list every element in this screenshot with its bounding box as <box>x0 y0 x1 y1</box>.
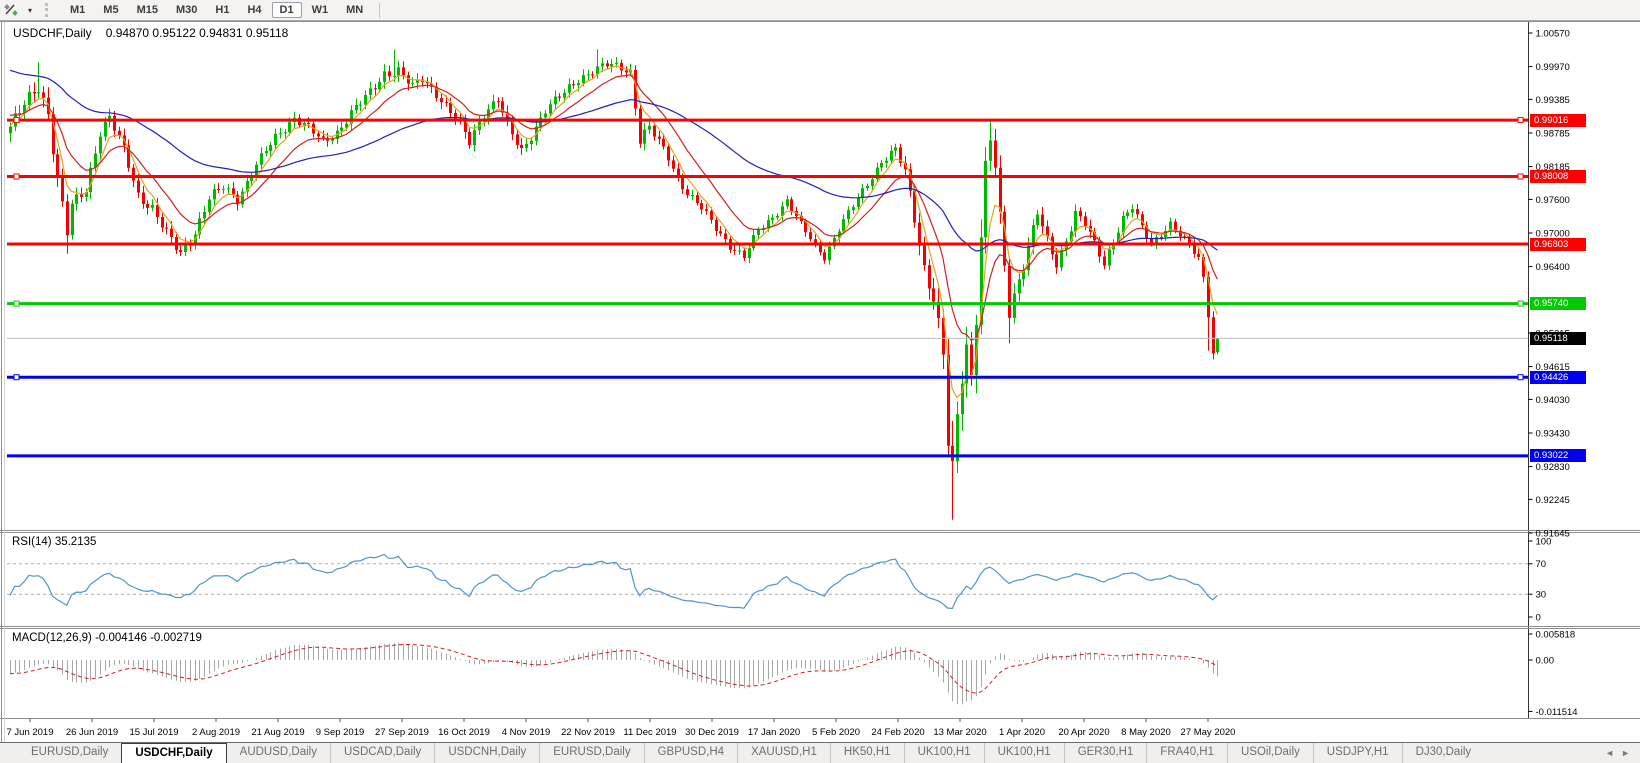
svg-text:0.99385: 0.99385 <box>1536 95 1570 106</box>
chart-tab-uk100-h1[interactable]: UK100,H1 <box>984 743 1064 763</box>
chart-tab-bar: EURUSD,DailyUSDCHF,DailyAUDUSD,DailyUSDC… <box>0 742 1640 763</box>
chart-tab-xauusd-h1[interactable]: XAUUSD,H1 <box>737 743 830 763</box>
svg-text:27 Sep 2019: 27 Sep 2019 <box>375 727 429 738</box>
chart-tab-usdjpy-h1[interactable]: USDJPY,H1 <box>1313 743 1402 763</box>
chart-tab-usdcad-daily[interactable]: USDCAD,Daily <box>330 743 434 763</box>
svg-text:24 Feb 2020: 24 Feb 2020 <box>871 727 924 738</box>
chart-tab-hk50-h1[interactable]: HK50,H1 <box>830 743 904 763</box>
price-level-tag-0.99016[interactable]: 0.99016 <box>1530 114 1586 127</box>
svg-text:0.99970: 0.99970 <box>1536 62 1570 73</box>
price-level-tag-0.98008[interactable]: 0.98008 <box>1530 170 1586 183</box>
svg-text:17 Jan 2020: 17 Jan 2020 <box>748 727 800 738</box>
price-level-tag-0.94426[interactable]: 0.94426 <box>1530 371 1586 384</box>
svg-text:-0.011514: -0.011514 <box>1536 707 1578 718</box>
price-level-tag-0.95740[interactable]: 0.95740 <box>1530 297 1586 310</box>
tabs-scroll-left-icon[interactable]: ◄ <box>1605 748 1614 758</box>
svg-text:20 Apr 2020: 20 Apr 2020 <box>1058 727 1109 738</box>
timeframe-button-m30[interactable]: M30 <box>168 2 205 18</box>
svg-text:1 Apr 2020: 1 Apr 2020 <box>999 727 1045 738</box>
svg-text:0: 0 <box>1536 612 1541 623</box>
svg-text:1.00570: 1.00570 <box>1536 28 1570 39</box>
svg-text:0.005818: 0.005818 <box>1536 629 1576 640</box>
timeframe-button-m1[interactable]: M1 <box>62 2 93 18</box>
chart-tab-eurusd-daily[interactable]: EURUSD,Daily <box>18 743 121 763</box>
timeframe-button-d1[interactable]: D1 <box>272 2 302 18</box>
svg-text:2 Aug 2019: 2 Aug 2019 <box>192 727 240 738</box>
drawing-tool-icon[interactable] <box>3 2 21 18</box>
timeframe-toolbar: ▾ M1M5M15M30H1H4D1W1MN <box>0 0 1640 21</box>
chart-tab-usdchf-daily[interactable]: USDCHF,Daily <box>121 743 226 763</box>
svg-text:70: 70 <box>1536 559 1547 570</box>
svg-text:0.92830: 0.92830 <box>1536 462 1570 473</box>
svg-text:0.00: 0.00 <box>1536 655 1555 666</box>
svg-text:13 Mar 2020: 13 Mar 2020 <box>933 727 986 738</box>
chart-canvas[interactable]: 1.005700.999700.993850.987850.981850.976… <box>0 21 1640 742</box>
timeframe-button-m15[interactable]: M15 <box>129 2 166 18</box>
timeframe-button-h1[interactable]: H1 <box>207 2 237 18</box>
chart-tab-eurusd-daily[interactable]: EURUSD,Daily <box>539 743 643 763</box>
symbol-period-label: USDCHF,Daily <box>13 26 92 40</box>
timeframe-button-w1[interactable]: W1 <box>304 2 337 18</box>
svg-text:11 Dec 2019: 11 Dec 2019 <box>623 727 676 738</box>
timeframe-button-m5[interactable]: M5 <box>95 2 126 18</box>
svg-text:0.97600: 0.97600 <box>1536 195 1570 206</box>
svg-text:21 Aug 2019: 21 Aug 2019 <box>251 727 304 738</box>
svg-text:0.98785: 0.98785 <box>1536 128 1570 139</box>
svg-text:15 Jul 2019: 15 Jul 2019 <box>129 727 178 738</box>
svg-text:0.93430: 0.93430 <box>1536 428 1570 439</box>
price-level-tag-0.93022[interactable]: 0.93022 <box>1530 449 1586 462</box>
svg-text:0.96400: 0.96400 <box>1536 262 1570 273</box>
toolbar-grip[interactable] <box>45 3 52 17</box>
mt4-terminal: ▾ M1M5M15M30H1H4D1W1MN 1.00570 0.99970 0.9… <box>0 0 1640 763</box>
toolbar-separator <box>379 3 380 18</box>
macd-indicator-label: MACD(12,26,9) -0.004146 -0.002719 <box>12 632 202 644</box>
svg-text:27 May 2020: 27 May 2020 <box>1181 727 1236 738</box>
chart-tab-gbpusd-h4[interactable]: GBPUSD,H4 <box>644 743 737 763</box>
svg-text:100: 100 <box>1536 536 1552 547</box>
chart-title: USDCHF,Daily 0.94870 0.95122 0.94831 0.95… <box>13 26 288 40</box>
svg-text:30 Dec 2019: 30 Dec 2019 <box>685 727 739 738</box>
svg-text:0.92245: 0.92245 <box>1536 495 1570 506</box>
svg-text:5 Feb 2020: 5 Feb 2020 <box>812 727 860 738</box>
svg-text:16 Oct 2019: 16 Oct 2019 <box>438 727 490 738</box>
svg-text:26 Jun 2019: 26 Jun 2019 <box>66 727 118 738</box>
svg-text:8 May 2020: 8 May 2020 <box>1121 727 1171 738</box>
chart-tab-ger30-h1[interactable]: GER30,H1 <box>1064 743 1147 763</box>
svg-text:4 Nov 2019: 4 Nov 2019 <box>502 727 551 738</box>
svg-text:22 Nov 2019: 22 Nov 2019 <box>561 727 615 738</box>
chart-tab-fra40-h1[interactable]: FRA40,H1 <box>1146 743 1227 763</box>
toolbar-dropdown-arrow-icon[interactable]: ▾ <box>24 6 36 15</box>
chart-tab-usoil-daily[interactable]: USOil,Daily <box>1227 743 1313 763</box>
chart-tab-dj30-daily[interactable]: DJ30,Daily <box>1402 743 1485 763</box>
svg-text:0.94030: 0.94030 <box>1536 395 1570 406</box>
chart-tab-usdcnh-daily[interactable]: USDCNH,Daily <box>434 743 539 763</box>
chart-tab-uk100-h1[interactable]: UK100,H1 <box>904 743 984 763</box>
ohlc-values: 0.94870 0.95122 0.94831 0.95118 <box>106 26 289 40</box>
bid-price-tag[interactable]: 0.95118 <box>1530 332 1586 345</box>
chart-tab-audusd-daily[interactable]: AUDUSD,Daily <box>227 743 330 763</box>
tabs-scroll-right-icon[interactable]: ► <box>1621 748 1630 758</box>
svg-text:9 Sep 2019: 9 Sep 2019 <box>316 727 365 738</box>
svg-text:7 Jun 2019: 7 Jun 2019 <box>6 727 53 738</box>
svg-text:30: 30 <box>1536 590 1547 601</box>
price-level-tag-0.96803[interactable]: 0.96803 <box>1530 238 1586 251</box>
timeframe-button-mn[interactable]: MN <box>338 2 371 18</box>
timeframe-button-h4[interactable]: H4 <box>239 2 269 18</box>
rsi-indicator-label: RSI(14) 35.2135 <box>12 536 96 548</box>
